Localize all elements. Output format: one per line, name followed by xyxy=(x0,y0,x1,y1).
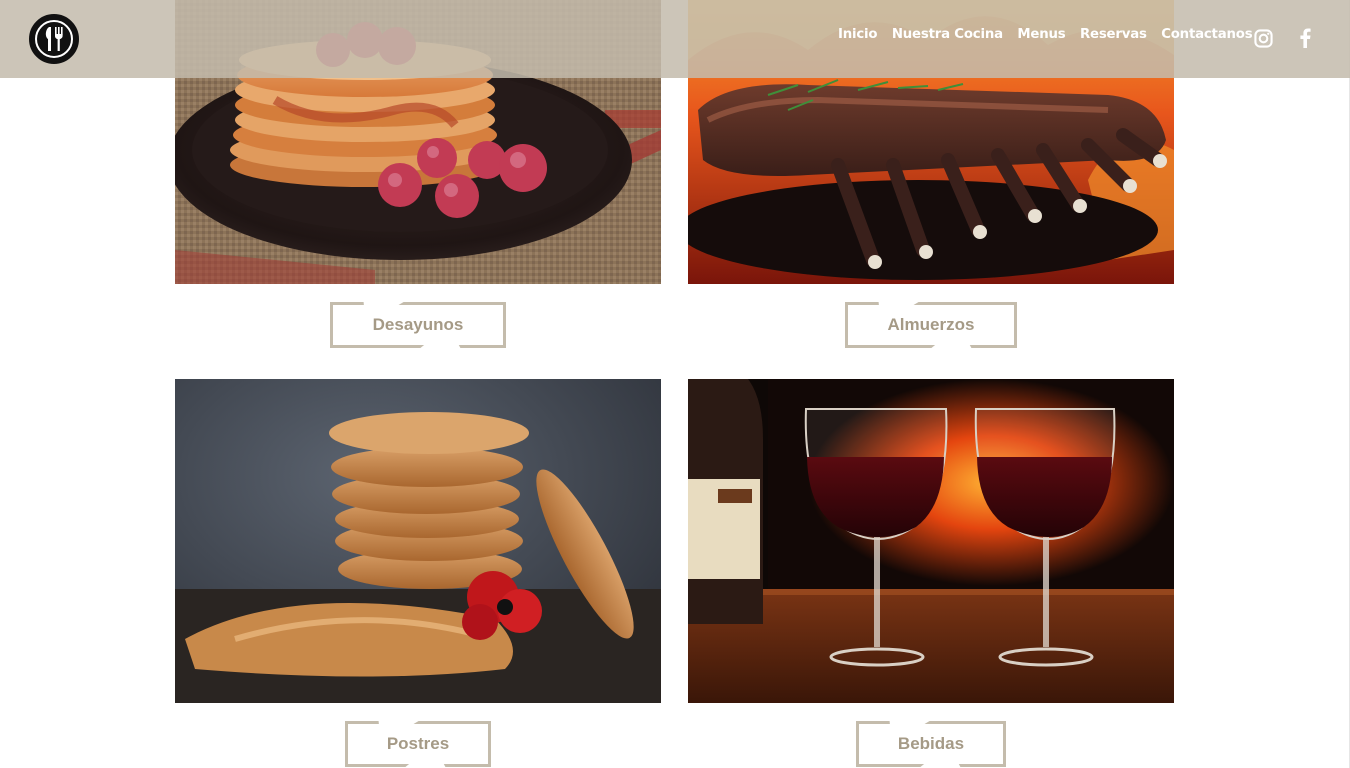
wine-image[interactable] xyxy=(688,379,1174,703)
button-notch xyxy=(920,758,966,767)
button-notch xyxy=(405,758,451,767)
button-notch xyxy=(420,339,466,348)
postres-button[interactable]: Postres xyxy=(345,721,491,767)
nav-link-menus[interactable]: Menus xyxy=(1017,25,1065,45)
button-notch xyxy=(873,302,919,311)
nav-link-contactanos[interactable]: Contactanos xyxy=(1161,25,1252,45)
postres-button-label: Postres xyxy=(386,734,450,753)
button-notch xyxy=(931,339,977,348)
button-notch xyxy=(884,721,930,730)
bebidas-button[interactable]: Bebidas xyxy=(856,721,1006,767)
nav-link-reservas[interactable]: Reservas xyxy=(1080,25,1147,45)
site-header: Inicio Nuestra Cocina Menus Reservas Con… xyxy=(0,0,1350,78)
nav-link-nuestra-cocina[interactable]: Nuestra Cocina xyxy=(892,25,1003,45)
button-notch xyxy=(358,302,404,311)
almuerzos-button[interactable]: Almuerzos xyxy=(845,302,1017,348)
bebidas-button-label: Bebidas xyxy=(897,734,965,753)
button-notch xyxy=(373,721,419,730)
instagram-icon[interactable] xyxy=(1253,27,1273,49)
logo[interactable] xyxy=(29,14,79,64)
fork-knife-icon xyxy=(35,20,73,58)
desayunos-button-label: Desayunos xyxy=(372,315,464,334)
desayunos-button[interactable]: Desayunos xyxy=(330,302,506,348)
almuerzos-button-label: Almuerzos xyxy=(887,315,975,334)
nav-link-inicio[interactable]: Inicio xyxy=(838,25,878,45)
facebook-icon[interactable] xyxy=(1296,27,1314,49)
cookies-image[interactable] xyxy=(175,379,661,703)
main-nav: Inicio Nuestra Cocina Menus Reservas Con… xyxy=(838,25,1267,45)
